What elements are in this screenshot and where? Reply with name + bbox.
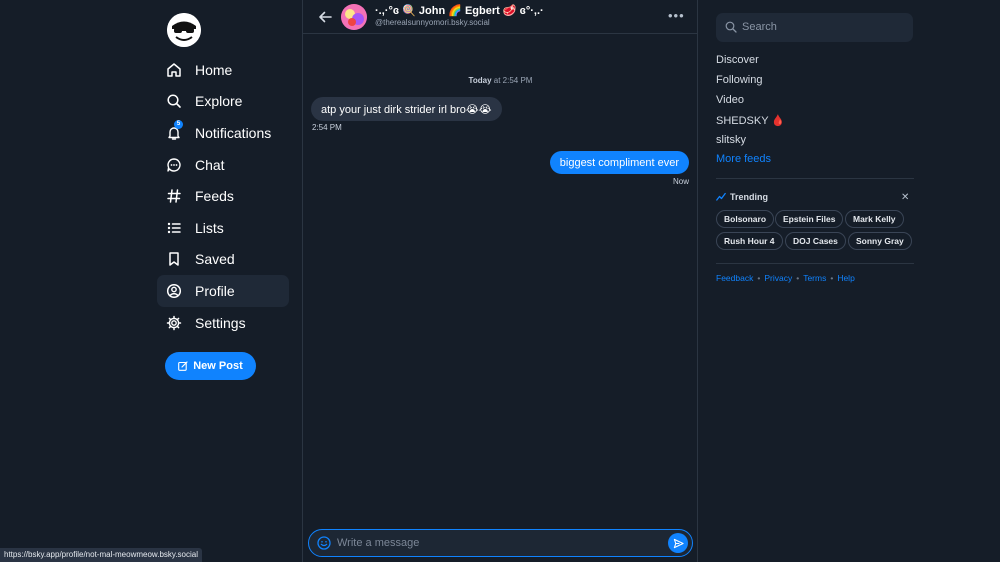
edit-icon: [178, 361, 188, 371]
message-bubble-outgoing[interactable]: biggest compliment ever: [549, 151, 689, 174]
send-icon: [673, 538, 684, 548]
search-icon: [166, 93, 182, 109]
bell-icon: 5: [166, 120, 183, 141]
conversation-avatar[interactable]: [341, 4, 367, 30]
conversation-handle: @therealsunnyomori.bsky.social: [375, 18, 490, 27]
nav-chat[interactable]: Chat: [157, 149, 289, 181]
divider: [716, 263, 914, 264]
more-feeds-link[interactable]: More feeds: [716, 153, 771, 165]
nav-home[interactable]: Home: [157, 54, 289, 86]
back-arrow-icon[interactable]: [317, 9, 333, 25]
nav-settings-label: Settings: [195, 315, 246, 331]
nav-notifications[interactable]: 5 Notifications: [157, 117, 289, 149]
chat-icon: [166, 157, 182, 173]
footer-link-help[interactable]: Help: [837, 273, 854, 283]
footer-link-privacy[interactable]: Privacy: [764, 273, 792, 283]
divider: [716, 178, 914, 179]
trending-chip[interactable]: Mark Kelly: [845, 210, 904, 228]
trending-chip[interactable]: Rush Hour 4: [716, 232, 783, 250]
new-post-label: New Post: [193, 360, 243, 372]
trending-title: Trending: [730, 192, 768, 202]
day-label: Today: [468, 76, 492, 85]
footer-link-terms[interactable]: Terms: [803, 273, 826, 283]
message-timestamp: Now: [672, 177, 689, 186]
nav-settings[interactable]: Settings: [157, 307, 289, 339]
message-input[interactable]: [337, 533, 657, 553]
nav-explore-label: Explore: [195, 93, 243, 109]
feed-link-video[interactable]: Video: [716, 94, 744, 106]
conversation-header: ·.,·°ɞ 🍭 John 🌈 Egbert 🥩 ɞ°·,.· @thereal…: [303, 0, 698, 34]
message-bubble-incoming[interactable]: atp your just dirk strider irl bro😭😭: [311, 97, 502, 121]
user-circle-icon: [166, 283, 182, 299]
notification-badge: 5: [174, 120, 183, 129]
nav-explore[interactable]: Explore: [157, 85, 289, 117]
trending-icon: [716, 192, 726, 201]
feed-link-following[interactable]: Following: [716, 74, 762, 86]
search-input[interactable]: [742, 18, 902, 36]
footer-links: Feedback • Privacy • Terms • Help: [716, 273, 855, 283]
message-composer: [308, 529, 693, 557]
nav-profile[interactable]: Profile: [157, 275, 289, 307]
nav-saved[interactable]: Saved: [157, 243, 289, 275]
send-button[interactable]: [668, 533, 688, 553]
trending-chip[interactable]: DOJ Cases: [785, 232, 846, 250]
nav-profile-label: Profile: [195, 283, 235, 299]
browser-status-url: https://bsky.app/profile/not-mal-meowmeo…: [0, 548, 203, 562]
nav-feeds[interactable]: Feeds: [157, 180, 289, 212]
search-bar[interactable]: [716, 13, 913, 42]
list-icon: [166, 220, 182, 236]
home-icon: [166, 62, 182, 78]
nav-saved-label: Saved: [195, 251, 235, 267]
emoji-icon[interactable]: [317, 536, 331, 550]
trending-chip[interactable]: Epstein Files: [775, 210, 844, 228]
nav-lists[interactable]: Lists: [157, 212, 289, 244]
trending-chip[interactable]: Sonny Gray: [848, 232, 912, 250]
footer-link-feedback[interactable]: Feedback: [716, 273, 753, 283]
nav-home-label: Home: [195, 62, 233, 78]
left-nav: Home Explore 5 Notifications Chat Feeds …: [157, 0, 292, 562]
close-icon[interactable]: ✕: [901, 192, 909, 203]
nav-chat-label: Chat: [195, 157, 225, 173]
nav-notifications-label: Notifications: [195, 125, 272, 141]
hash-icon: [166, 188, 182, 204]
date-separator: Today at 2:54 PM: [303, 76, 698, 85]
gear-icon: [166, 315, 182, 331]
feed-link-discover[interactable]: Discover: [716, 54, 759, 66]
conversation-display-name[interactable]: ·.,·°ɞ 🍭 John 🌈 Egbert 🥩 ɞ°·,.·: [375, 4, 544, 17]
nav-feeds-label: Feeds: [195, 188, 234, 204]
more-options-icon[interactable]: •••: [668, 8, 684, 24]
day-time: at 2:54 PM: [493, 76, 533, 85]
trending-header: Trending: [716, 192, 768, 202]
feed-link-slitsky[interactable]: slitsky: [716, 134, 746, 146]
new-post-button[interactable]: New Post: [165, 352, 256, 380]
search-icon: [725, 21, 737, 33]
nav-lists-label: Lists: [195, 220, 224, 236]
app-logo-avatar[interactable]: [167, 13, 201, 47]
conversation-panel: ·.,·°ɞ 🍭 John 🌈 Egbert 🥩 ɞ°·,.· @thereal…: [302, 0, 698, 562]
trending-chip[interactable]: Bolsonaro: [716, 210, 775, 228]
bookmark-icon: [166, 251, 182, 267]
message-timestamp: 2:54 PM: [312, 123, 342, 132]
feed-link-shedsky[interactable]: SHEDSKY 🩸: [716, 114, 785, 127]
